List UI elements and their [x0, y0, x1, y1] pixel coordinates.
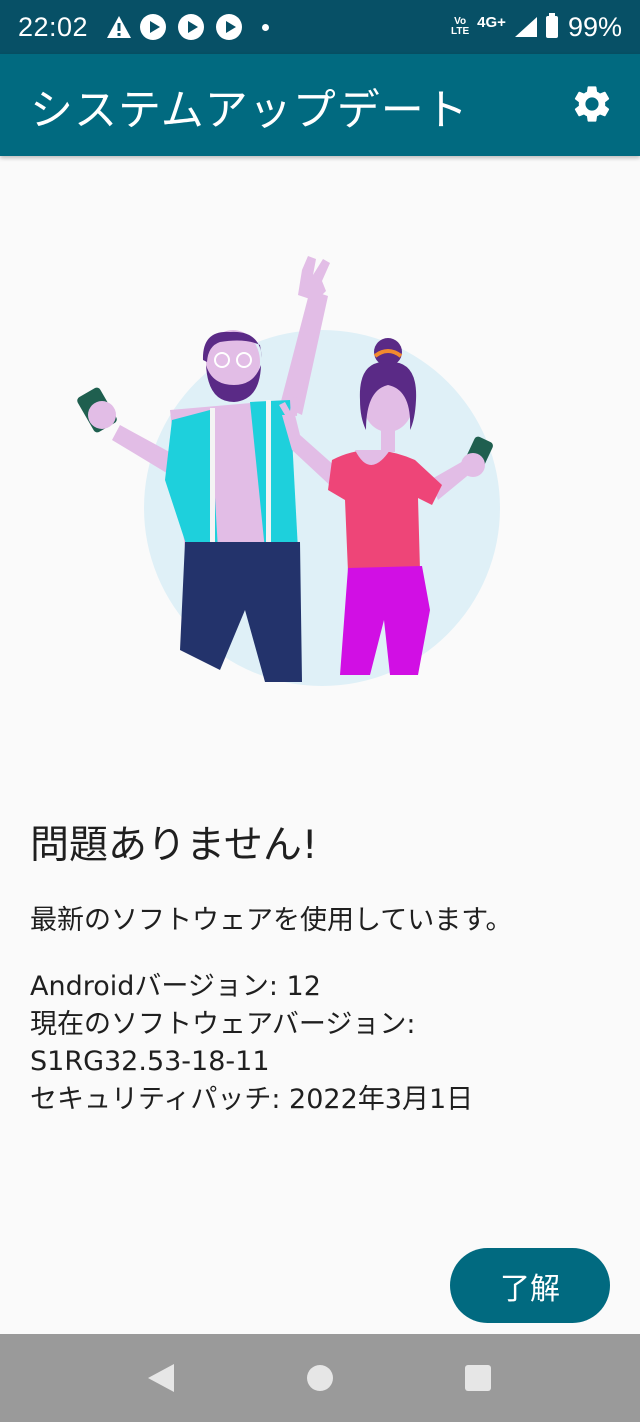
version-info: Androidバージョン: 12 現在のソフトウェアバージョン: S1RG32.…	[30, 968, 473, 1118]
dot-icon	[262, 23, 270, 31]
status-bar-left: 22:02	[18, 11, 270, 43]
warning-icon	[106, 15, 132, 39]
battery-percent: 99%	[567, 11, 622, 42]
status-bar-right: Vo LTE 4G+ 99%	[451, 12, 622, 43]
back-icon[interactable]	[146, 1362, 176, 1394]
battery-icon	[545, 13, 558, 38]
play-icon	[140, 14, 167, 40]
status-heading: 問題ありません!	[30, 823, 318, 868]
ok-button[interactable]: 了解	[450, 1248, 610, 1323]
status-time: 22:02	[18, 11, 89, 42]
settings-button[interactable]	[570, 82, 614, 126]
status-message: 最新のソフトウェアを使用しています。	[30, 905, 513, 936]
network-type: 4G+	[477, 13, 506, 31]
play-icon	[178, 14, 205, 40]
home-icon[interactable]	[306, 1364, 334, 1392]
volte-icon: Vo LTE	[451, 16, 470, 37]
signal-icon	[514, 16, 538, 38]
man-figure	[77, 256, 330, 682]
page-title: システムアップデート	[30, 86, 469, 136]
app-bar: システムアップデート	[0, 54, 640, 156]
navigation-bar	[0, 1334, 640, 1422]
gear-icon	[574, 86, 610, 122]
security-patch: セキュリティパッチ: 2022年3月1日	[30, 1083, 474, 1115]
play-icon	[216, 14, 243, 40]
software-version-value: S1RG32.53-18-11	[30, 1046, 270, 1077]
status-bar: 22:02 Vo LTE 4G+ 99%	[0, 0, 640, 54]
recents-icon[interactable]	[465, 1365, 491, 1391]
android-version: Androidバージョン: 12	[30, 971, 321, 1002]
software-version-label: 現在のソフトウェアバージョン:	[30, 1008, 416, 1040]
celebration-illustration	[77, 256, 500, 686]
